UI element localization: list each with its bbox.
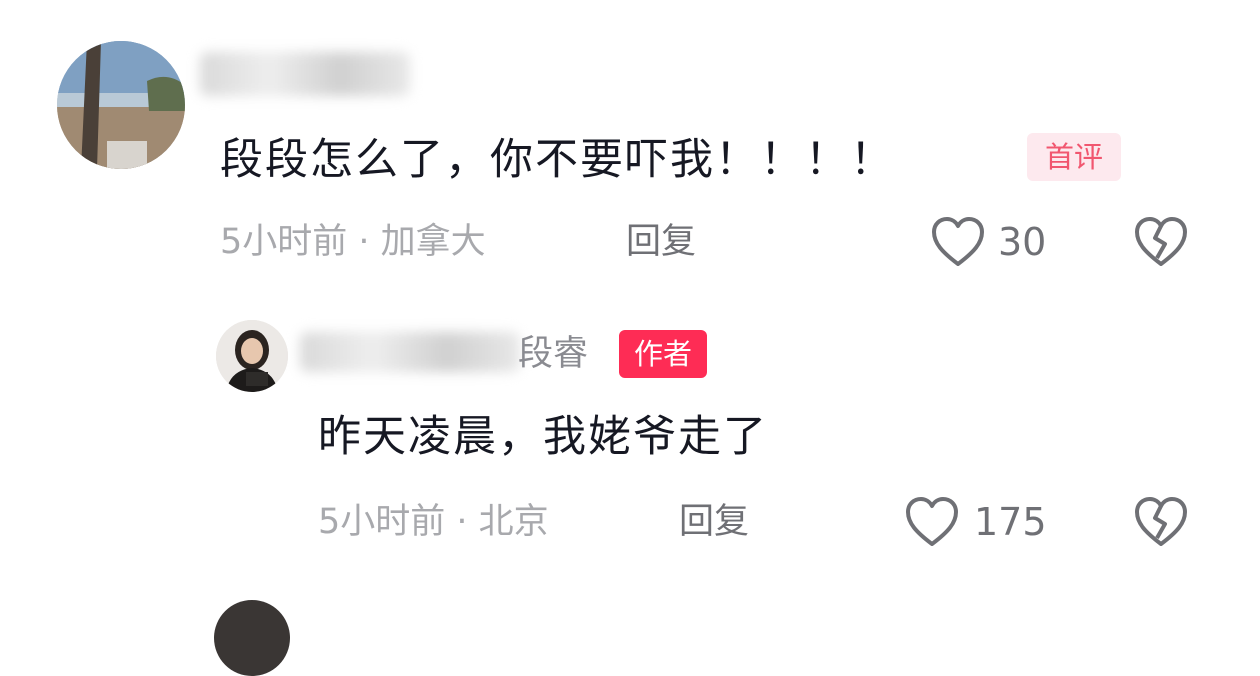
next-comment-avatar[interactable] (214, 600, 290, 676)
broken-heart-icon[interactable] (1133, 216, 1189, 268)
author-name[interactable]: 段睿 (518, 326, 588, 382)
heart-outline-icon[interactable] (930, 216, 986, 268)
comment-text: 段段怎么了，你不要吓我！！！！ (220, 135, 895, 185)
broken-heart-icon[interactable] (1133, 496, 1189, 548)
author-badge: 作者 (619, 330, 708, 378)
first-comment-badge: 首评 (1027, 133, 1122, 181)
reply-button[interactable]: 回复 (626, 214, 696, 270)
heart-outline-icon[interactable] (904, 496, 960, 548)
reply-reply-button[interactable]: 回复 (679, 494, 749, 550)
author-username-hidden[interactable] (300, 332, 520, 372)
reply-text: 昨天凌晨，我姥爷走了 (318, 412, 768, 462)
like-count: 30 (998, 220, 1047, 264)
avatar[interactable] (57, 41, 185, 169)
reply-like-count: 175 (974, 500, 1047, 544)
reply-time-location: 5小时前 · 北京 (318, 502, 549, 542)
username-hidden[interactable] (200, 52, 410, 96)
author-avatar[interactable] (216, 320, 288, 392)
comment-time-location: 5小时前 · 加拿大 (220, 222, 486, 262)
